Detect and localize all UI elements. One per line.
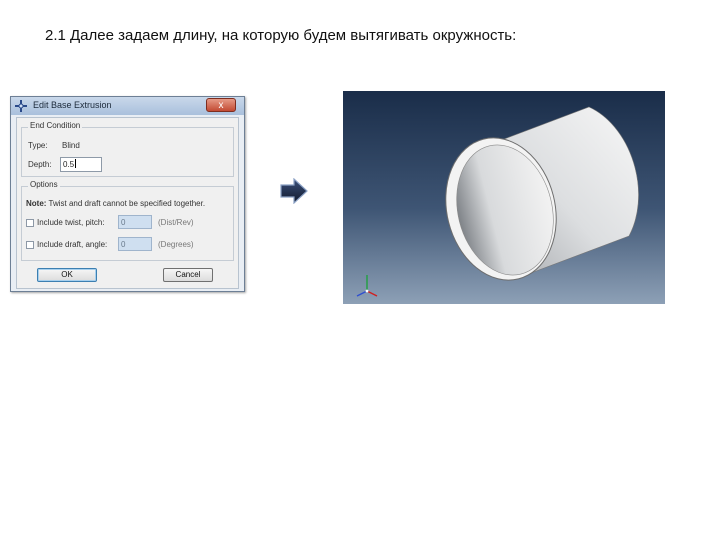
- draft-unit: (Degrees): [158, 240, 194, 249]
- include-twist-label[interactable]: Include twist, pitch:: [37, 218, 105, 227]
- twist-unit: (Dist/Rev): [158, 218, 194, 227]
- text-cursor: [75, 159, 77, 168]
- depth-value: 0.5: [63, 160, 75, 169]
- edit-base-extrusion-dialog: Edit Base Extrusion x End Condition Type…: [10, 96, 245, 292]
- dialog-body: End Condition Type: Blind Depth: 0.5 Opt…: [16, 117, 239, 289]
- include-draft-label[interactable]: Include draft, angle:: [37, 240, 107, 249]
- twist-pitch-value: 0: [121, 218, 126, 227]
- close-icon: x: [218, 100, 224, 111]
- close-button[interactable]: x: [206, 98, 236, 112]
- depth-label: Depth:: [28, 160, 52, 169]
- options-group: Options Note: Twist and draft cannot be …: [21, 180, 234, 261]
- note-label-bold: Note:: [26, 199, 47, 208]
- end-condition-group: End Condition Type: Blind Depth: 0.5: [21, 121, 234, 177]
- include-draft-checkbox[interactable]: [26, 241, 34, 249]
- dialog-title: Edit Base Extrusion: [33, 100, 112, 110]
- slide-title: 2.1 Далее задаем длину, на которую будем…: [45, 27, 517, 44]
- end-condition-label: End Condition: [28, 121, 83, 130]
- cancel-button[interactable]: Cancel: [163, 268, 213, 282]
- type-value: Blind: [62, 141, 80, 150]
- include-twist-checkbox[interactable]: [26, 219, 34, 227]
- dialog-titlebar[interactable]: Edit Base Extrusion x: [11, 97, 244, 115]
- twist-pitch-input[interactable]: 0: [118, 215, 152, 229]
- axis-triad: [356, 275, 378, 297]
- type-label: Type:: [28, 141, 48, 150]
- cylinder-model: [356, 106, 639, 297]
- options-label: Options: [28, 180, 60, 189]
- model-viewport[interactable]: [343, 91, 665, 304]
- draft-angle-input[interactable]: 0: [118, 237, 152, 251]
- ok-button[interactable]: OK: [37, 268, 97, 282]
- draft-angle-value: 0: [121, 240, 126, 249]
- app-icon: [15, 100, 27, 112]
- depth-input[interactable]: 0.5: [60, 157, 102, 172]
- right-arrow-icon: [280, 178, 308, 204]
- note-label: Note: Twist and draft cannot be specifie…: [26, 199, 205, 208]
- note-text: Twist and draft cannot be specified toge…: [48, 199, 206, 208]
